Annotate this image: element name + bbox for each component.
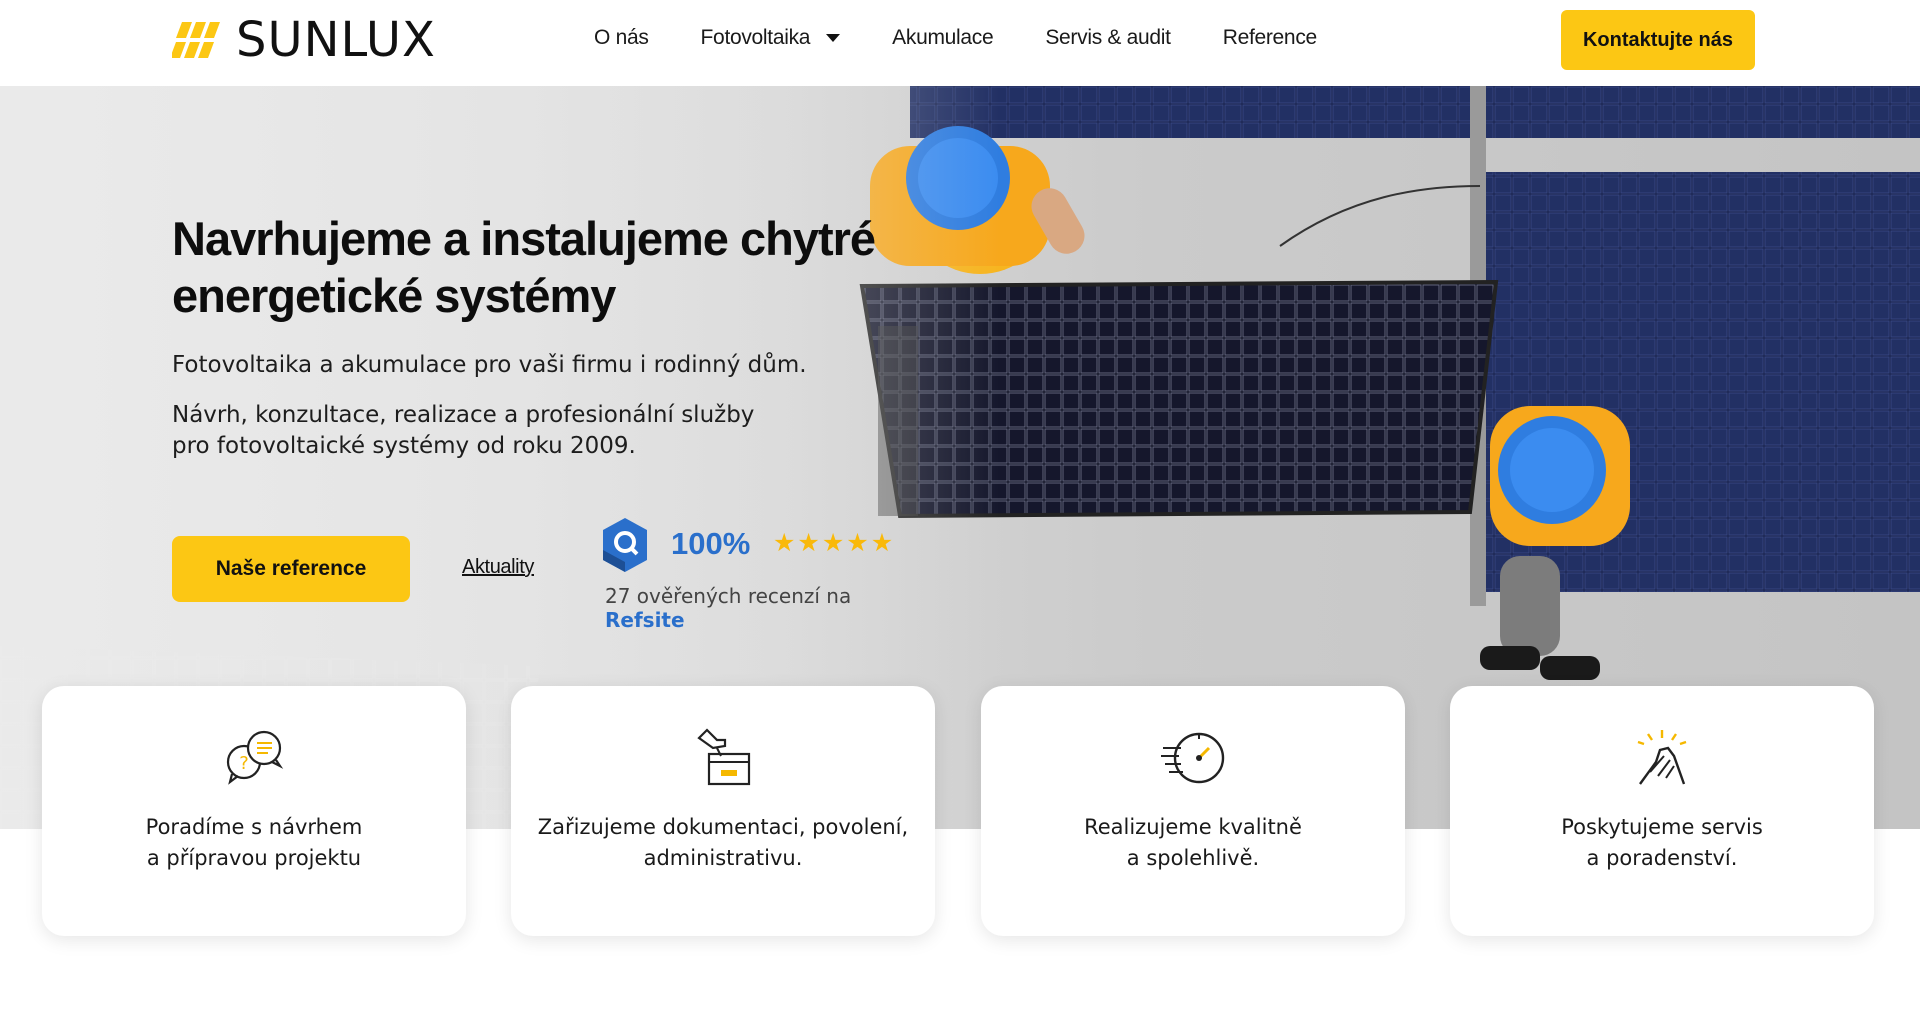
document-hand-icon: [697, 728, 751, 786]
hero-title: Navrhujeme a instalujeme chytré energeti…: [172, 212, 876, 322]
brand-name: SUNLUX: [236, 12, 436, 68]
references-button[interactable]: Naše reference: [172, 536, 410, 602]
feature-card-realization: Realizujeme kvalitně a spolehlivě.: [981, 686, 1405, 936]
nav-item-reference[interactable]: Reference: [1222, 26, 1318, 50]
hero-description: Návrh, konzultace, realizace a profesion…: [172, 402, 755, 459]
rating-source: Refsite: [605, 608, 685, 632]
svg-text:?: ?: [239, 753, 249, 774]
feature-text: Poradíme s návrhem a přípravou projektu: [145, 815, 363, 870]
feature-text: Realizujeme kvalitně a spolehlivě.: [1084, 815, 1302, 870]
feature-text: Poskytujeme servis a poradenství.: [1561, 815, 1763, 870]
feature-card-service: Poskytujeme servis a poradenství.: [1450, 686, 1874, 936]
chat-question-icon: ?: [226, 730, 284, 785]
feature-card-documentation: Zařizujeme dokumentaci, povolení, admini…: [511, 686, 935, 936]
star-icon: ★: [870, 529, 894, 557]
nav-item-fotovoltaika[interactable]: Fotovoltaika: [701, 26, 841, 50]
feature-card-design: ? Poradíme s návrhem a přípravou projekt…: [42, 686, 466, 936]
nav-item-akumulace[interactable]: Akumulace: [892, 26, 993, 50]
feature-text: Zařizujeme dokumentaci, povolení, admini…: [537, 815, 909, 870]
star-icon: ★: [773, 529, 796, 557]
nav-label: Servis & audit: [1045, 26, 1171, 49]
nav-item-servis-audit[interactable]: Servis & audit: [1045, 26, 1171, 50]
site-header: SUNLUX O nás Fotovoltaika Akumulace Serv…: [0, 0, 1920, 86]
rating-count-text: 27 ověřených recenzí na: [605, 584, 852, 608]
star-icon: ★: [821, 529, 845, 557]
news-link[interactable]: Aktuality: [462, 556, 534, 579]
nav-label: Reference: [1222, 26, 1318, 49]
logo[interactable]: SUNLUX: [172, 12, 436, 68]
star-icon: ★: [797, 529, 820, 557]
rating-stars: ★ ★ ★ ★ ★: [773, 528, 895, 558]
caret-down-icon: [826, 34, 841, 42]
rating-text: 27 ověřených recenzí na Refsite: [605, 584, 913, 632]
contact-button[interactable]: Kontaktujte nás: [1561, 10, 1755, 70]
speed-clock-icon: [1161, 732, 1225, 784]
nav-label: O nás: [594, 26, 649, 49]
rating-score: 100%: [671, 526, 751, 561]
nav-label: Akumulace: [892, 26, 994, 49]
nav-label: Fotovoltaika: [700, 26, 811, 49]
refsite-logo-icon: [603, 518, 647, 572]
nav-item-o-nas[interactable]: O nás: [594, 26, 649, 50]
main-nav: O nás Fotovoltaika Akumulace Servis & au…: [594, 26, 1369, 50]
rating-widget[interactable]: 100% ★ ★ ★ ★ ★ 27 ověřených recenzí na R…: [603, 518, 913, 632]
sunlux-logo-icon: [172, 22, 220, 58]
handshake-icon: [1637, 730, 1687, 785]
hero-subtitle: Fotovoltaika a akumulace pro vaši firmu …: [172, 352, 807, 378]
star-icon: ★: [846, 529, 869, 557]
